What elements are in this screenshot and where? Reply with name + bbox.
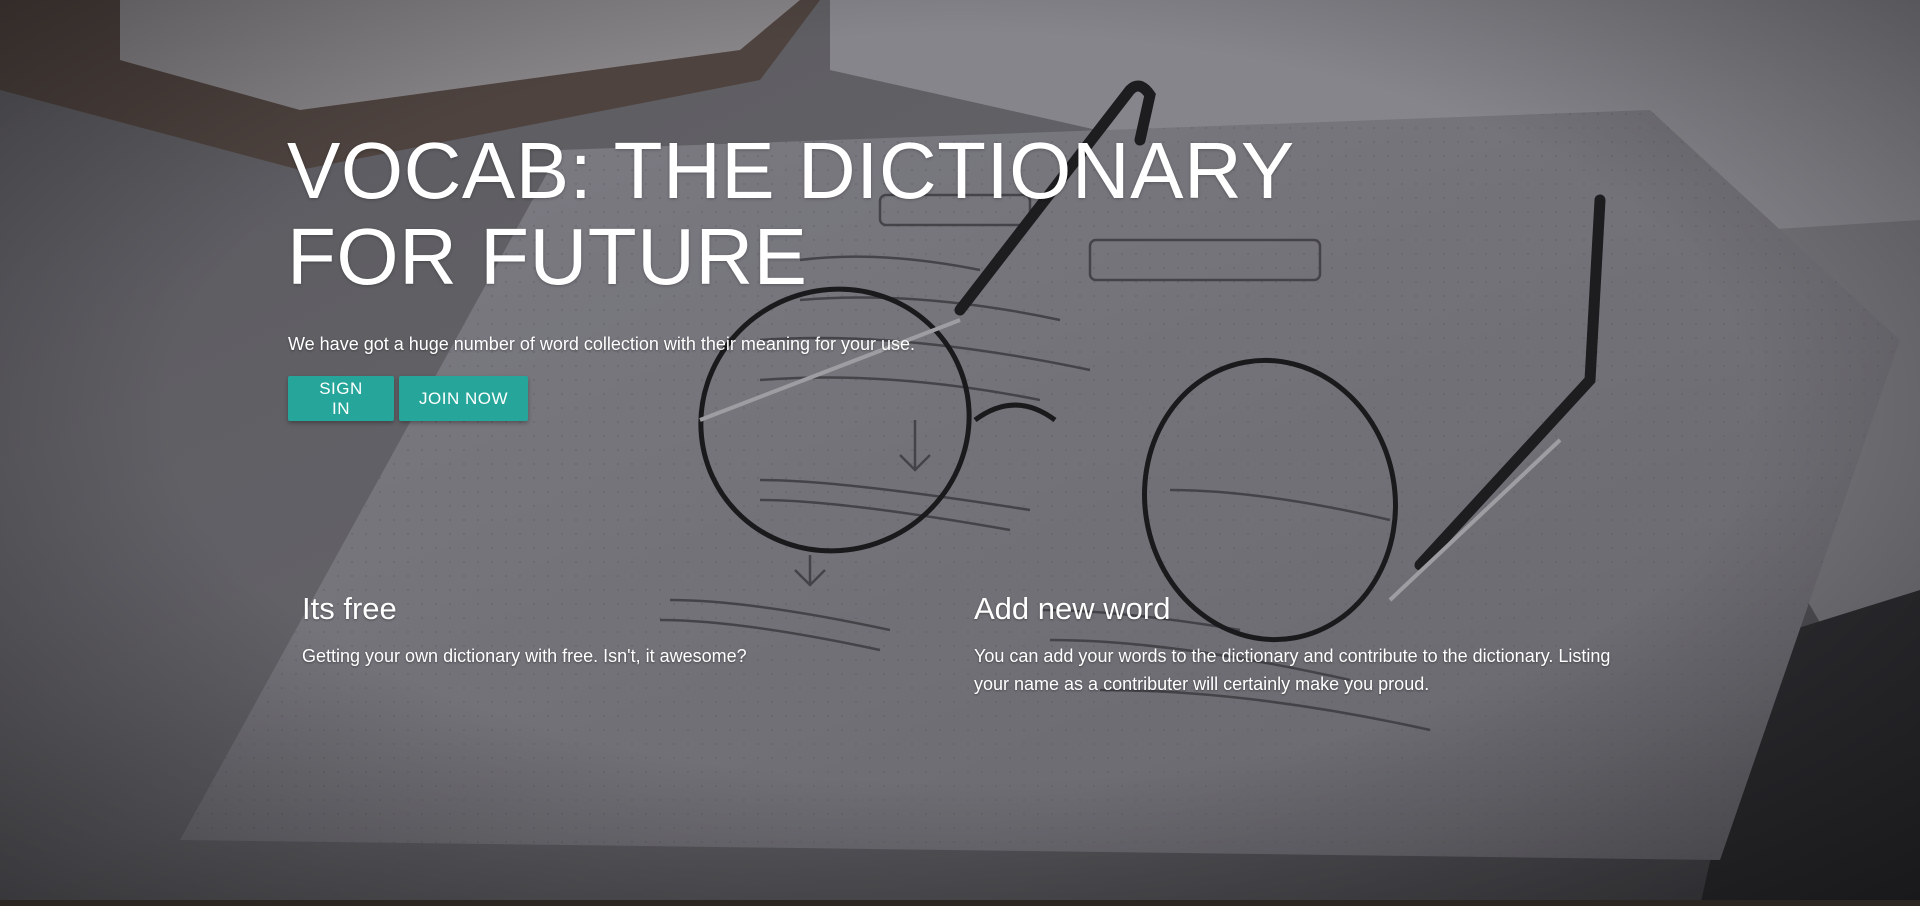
feature-add-new-word: Add new word You can add your words to t…: [974, 590, 1614, 698]
hero-subtitle: We have got a huge number of word collec…: [288, 334, 916, 354]
join-now-button[interactable]: JOIN NOW: [399, 376, 528, 421]
feature-text: You can add your words to the dictionary…: [974, 646, 1611, 694]
hero-section: VOCAB: THE DICTIONARY FOR FUTURE We have…: [0, 0, 1920, 906]
hero-content: VOCAB: THE DICTIONARY FOR FUTURE We have…: [0, 0, 1920, 906]
feature-its-free: Its free Getting your own dictionary wit…: [302, 590, 862, 670]
feature-text: Getting your own dictionary with free. I…: [302, 646, 747, 666]
sign-in-button[interactable]: SIGN IN: [288, 376, 394, 421]
feature-title: Its free: [302, 591, 397, 626]
page-title: VOCAB: THE DICTIONARY FOR FUTURE: [287, 126, 1294, 301]
bottom-edge-bar: [0, 900, 1920, 906]
feature-title: Add new word: [974, 591, 1171, 626]
